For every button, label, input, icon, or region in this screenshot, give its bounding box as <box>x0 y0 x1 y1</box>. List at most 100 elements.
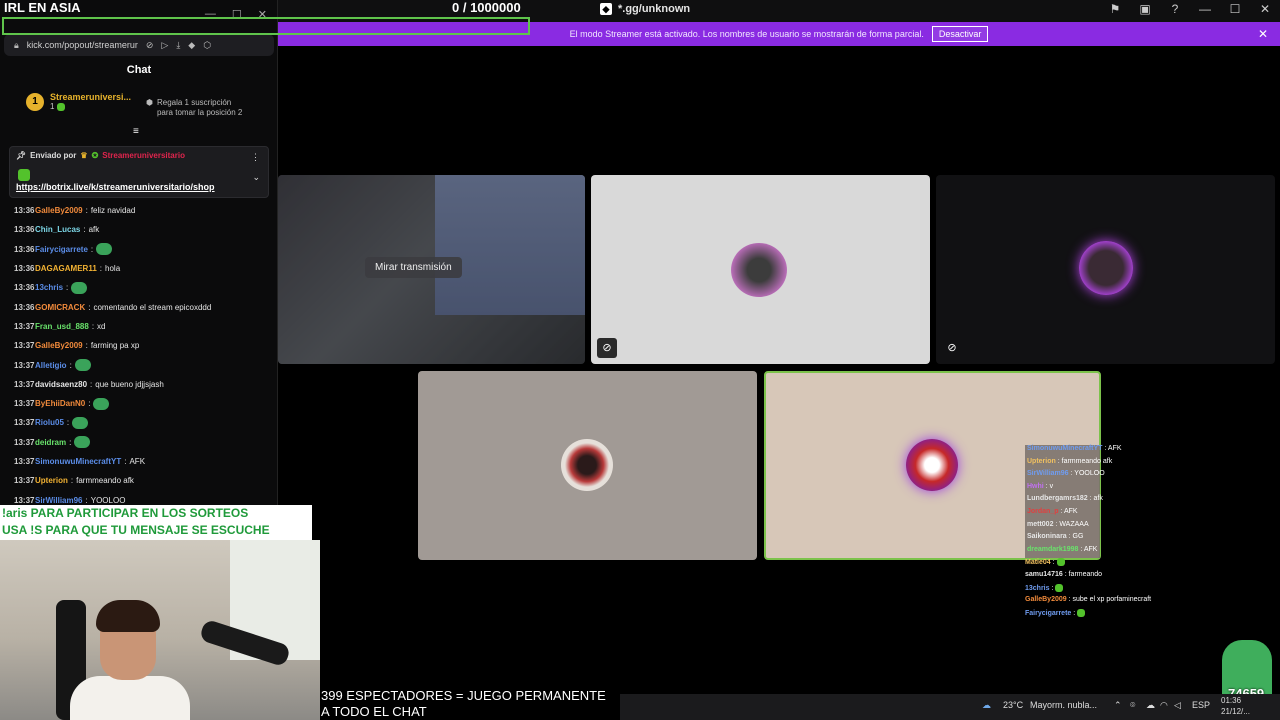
chat-message: 13:37 Fran_usd_888: xd <box>14 317 274 336</box>
message-username[interactable]: GalleBy2009 <box>35 341 83 350</box>
gift-icon: ⬢ <box>146 98 153 107</box>
maximize-icon[interactable]: ☐ <box>1228 2 1242 16</box>
network-icon[interactable]: ⌾ <box>1130 700 1135 711</box>
separator: : <box>90 379 93 389</box>
gift-count: 1 <box>50 102 55 111</box>
chat-popout-window: IRL EN ASIA — ☐ ✕ 🔒︎ kick.com/popout/str… <box>0 0 278 505</box>
overlay-chat-message: Fairycigarrete : <box>1025 608 1185 622</box>
message-username[interactable]: Riolu05 <box>35 418 64 427</box>
stream-tile-4[interactable] <box>418 371 757 560</box>
cloud-icon[interactable]: ☁ <box>1146 700 1155 711</box>
overlay-chat-message: Upterion : farmmeando afk <box>1025 457 1112 471</box>
pinned-label: Enviado por <box>30 151 77 160</box>
overlay-text: GG <box>1072 533 1084 541</box>
viewer-goal-line-2: A TODO EL CHAT <box>321 704 427 719</box>
message-time: 13:37 <box>14 360 35 370</box>
verified-icon: ✪ <box>91 151 99 160</box>
chat-messages: 13:36 GalleBy2009: feliz navidad 13:36 Chin_… <box>14 201 274 510</box>
overlay-chat-message: SirWilliam96 : YOOLOO <box>1025 470 1105 483</box>
language[interactable]: ESP <box>1192 700 1210 710</box>
wifi-icon[interactable]: ◠ <box>1160 700 1168 711</box>
message-username[interactable]: Upterion <box>35 476 68 485</box>
message-username[interactable]: Alletigio <box>35 361 67 370</box>
gift-subscription-prompt[interactable]: ⬢ Regala 1 suscripción para tomar la pos… <box>146 98 242 118</box>
banner-close-icon[interactable]: ✕ <box>1258 27 1268 41</box>
temperature[interactable]: 23°C <box>1003 700 1023 710</box>
overlay-chat-message: samu14716 : farmeando <box>1025 571 1185 584</box>
message-username[interactable]: SirWilliam96 <box>35 496 83 505</box>
chat-message: 13:37 Alletigio: <box>14 355 274 374</box>
message-time: 13:37 <box>14 399 35 409</box>
separator: : <box>91 321 95 331</box>
message-time: 13:37 <box>14 341 35 351</box>
message-username[interactable]: Fairycigarrete <box>35 245 88 254</box>
message-username[interactable]: GOMICRACK <box>35 303 85 312</box>
flag-icon[interactable]: ⚑ <box>1108 2 1122 16</box>
close-icon[interactable]: ✕ <box>1258 2 1272 16</box>
overlay-chat-message: Saikoninara : GG <box>1025 533 1100 546</box>
url-text[interactable]: kick.com/popout/streamerur <box>27 40 138 50</box>
message-username[interactable]: Fran_usd_888 <box>35 322 89 331</box>
overlay-username: Fairycigarrete <box>1025 609 1072 617</box>
message-time: 13:37 <box>14 457 35 466</box>
message-username[interactable]: SimonuwuMinecraftYT <box>35 457 121 466</box>
message-time: 13:36 <box>14 206 35 216</box>
overlay-username: Upterion <box>1027 457 1056 465</box>
message-username[interactable]: DAGAGAMER11 <box>35 264 97 273</box>
participant-avatar <box>1079 241 1133 295</box>
tray-expand-icon[interactable]: ⌃ <box>1114 700 1122 711</box>
emote-icon <box>74 436 91 449</box>
chat-message: 13:37 SimonuwuMinecraftYT: AFK <box>14 452 274 471</box>
message-username[interactable]: GalleBy2009 <box>35 206 83 215</box>
message-username[interactable]: davidsaenz80 <box>35 380 87 389</box>
separator: : <box>124 457 127 466</box>
window-title: ◆ *.gg/unknown <box>600 3 690 15</box>
stream-tile-2[interactable]: ⊘ <box>591 175 930 364</box>
pinned-author[interactable]: Streameruniversitario <box>102 151 185 160</box>
overlay-username: SimonuwuMinecraftYT <box>1027 445 1103 452</box>
weather-icon[interactable]: ☁ <box>982 700 991 711</box>
pinned-message: 📌︎ Enviado por ♛ ✪ Streameruniversitario… <box>9 146 269 198</box>
overlay-chat-message: SimonuwuMinecraftYT : AFK <box>1025 445 1122 458</box>
stream-tile-3[interactable]: ⊘ <box>936 175 1275 364</box>
message-username[interactable]: Chin_Lucas <box>35 225 80 234</box>
pinned-link[interactable]: https://botrix.live/k/streameruniversita… <box>16 182 215 192</box>
minimize-icon[interactable]: — <box>1198 2 1212 16</box>
overlay-text: sube el xp porfaminecraft <box>1072 596 1152 604</box>
overlay-chat-message: GalleBy2009 : sube el xp porfaminecraft <box>1025 596 1185 609</box>
message-username[interactable]: ByEhiiDanN0 <box>35 399 85 408</box>
filter-icon[interactable]: ≡ <box>133 126 139 137</box>
volume-icon[interactable]: ◁ <box>1174 700 1181 711</box>
subscriber-counter: 0 / 1000000 <box>452 0 521 15</box>
play-icon[interactable]: ▷ <box>161 40 168 51</box>
overlay-username: samu14716 <box>1025 570 1063 578</box>
address-bar[interactable]: 🔒︎ kick.com/popout/streamerur ⊘ ▷ ⤓ ◆ ⬡ <box>4 34 274 56</box>
cube-icon[interactable]: ⬡ <box>203 40 211 51</box>
emote-icon <box>93 397 110 410</box>
message-text: xd <box>97 321 106 331</box>
more-options-icon[interactable]: ⋮ <box>251 152 260 163</box>
chevron-down-icon[interactable]: ⌄ <box>252 172 260 183</box>
chat-header: Chat <box>126 64 152 76</box>
message-username[interactable]: deidram <box>35 438 66 447</box>
muted-mic-icon[interactable]: ⊘ <box>942 338 962 358</box>
stream-tile-1[interactable]: Mirar transmisión <box>278 175 585 364</box>
stream-chat-overlay: SimonuwuMinecraftYT : AFK Upterion : farm… <box>1025 445 1185 621</box>
top-gifter[interactable]: 1 Streameruniversi... 1 <box>26 92 131 111</box>
help-icon[interactable]: ? <box>1168 2 1182 16</box>
screen-icon[interactable]: ▣ <box>1138 2 1152 16</box>
overlay-text: farmmeando afk <box>1061 457 1113 465</box>
participant-avatar <box>731 243 787 297</box>
separator: : <box>90 244 94 254</box>
weather-text[interactable]: Mayorm. nubla... <box>1030 700 1097 710</box>
download-icon[interactable]: ⤓ <box>176 40 180 51</box>
clock-date[interactable]: 21/12/... <box>1221 707 1250 716</box>
clock-time[interactable]: 01:36 <box>1221 696 1241 705</box>
extension-icon[interactable]: ◆ <box>188 40 195 51</box>
message-time: 13:37 <box>14 495 35 505</box>
muted-mic-icon[interactable]: ⊘ <box>597 338 617 358</box>
copy-icon[interactable]: ⊘ <box>146 40 154 51</box>
deactivate-button[interactable]: Desactivar <box>931 26 989 42</box>
message-username[interactable]: 13chris <box>35 283 63 292</box>
watch-stream-button[interactable]: Mirar transmisión <box>365 257 462 278</box>
